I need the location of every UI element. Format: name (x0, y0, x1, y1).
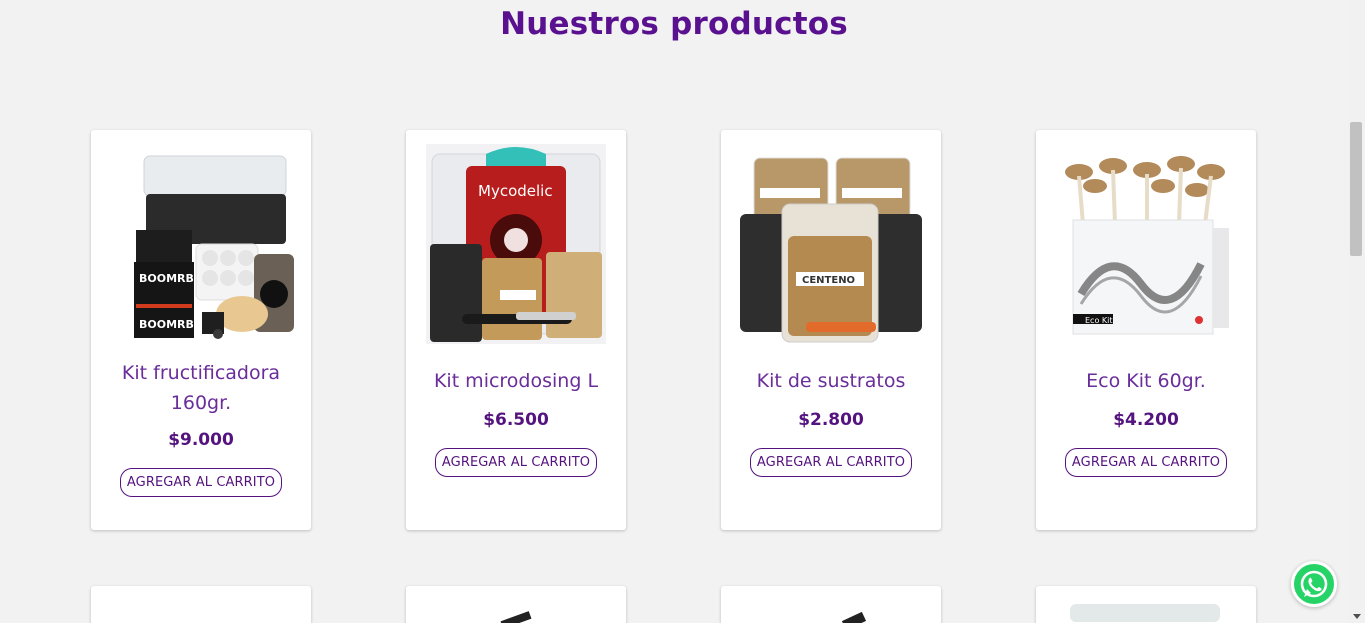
fruiting-kit-image: BOOMRBAG BOOMRBAG (134, 155, 294, 339)
product-image[interactable]: Mycodelic (426, 144, 606, 344)
eco-kit-label: Eco Kit (1085, 316, 1113, 325)
product-card (1036, 586, 1256, 623)
product-card: Eco Kit Eco Kit 60gr. $4.200 AGREGAR AL … (1036, 130, 1256, 530)
add-to-cart-button[interactable]: AGREGAR AL CARRITO (749, 448, 913, 477)
product-image[interactable]: Eco Kit (1051, 144, 1241, 344)
product-price: $9.000 (168, 430, 234, 450)
product-card: Mycodelic Kit microdosing L $6.500 AGREG… (406, 130, 626, 530)
whatsapp-button[interactable] (1291, 561, 1337, 607)
product-card (406, 586, 626, 623)
product-price: $2.800 (798, 410, 864, 430)
page-title: Nuestros productos (500, 6, 848, 42)
product-price: $4.200 (1113, 410, 1179, 430)
add-to-cart-button[interactable]: AGREGAR AL CARRITO (119, 468, 283, 497)
product-name[interactable]: Kit microdosing L (406, 366, 626, 396)
product-image[interactable] (841, 611, 867, 623)
product-card (91, 586, 311, 623)
scroll-down-icon[interactable] (1353, 614, 1361, 619)
scrollbar[interactable] (1348, 0, 1365, 623)
boombag-label: BOOMRBAG (139, 318, 211, 331)
product-image[interactable] (1070, 604, 1220, 622)
product-card: CENTENO Kit de sustratos $2.800 AGREGAR … (721, 130, 941, 530)
product-image[interactable] (500, 611, 532, 623)
substrate-kit-image: CENTENO (740, 157, 922, 343)
whatsapp-icon (1300, 570, 1328, 598)
product-name[interactable]: Kit fructificadora 160gr. (91, 358, 311, 418)
product-name[interactable]: Eco Kit 60gr. (1036, 366, 1256, 396)
add-to-cart-button[interactable]: AGREGAR AL CARRITO (434, 448, 598, 477)
centeno-label: CENTENO (802, 275, 855, 286)
mycodelic-label: Mycodelic (478, 182, 553, 200)
product-image[interactable]: CENTENO (736, 144, 926, 344)
eco-kit-image: Eco Kit (1065, 156, 1229, 335)
microdosing-kit-image: Mycodelic (426, 144, 606, 344)
product-image[interactable]: BOOMRBAG BOOMRBAG (106, 144, 296, 344)
add-to-cart-button[interactable]: AGREGAR AL CARRITO (1064, 448, 1228, 477)
product-name[interactable]: Kit de sustratos (721, 366, 941, 396)
product-price: $6.500 (483, 410, 549, 430)
scrollbar-thumb[interactable] (1350, 122, 1362, 256)
product-card (721, 586, 941, 623)
product-card: BOOMRBAG BOOMRBAG Kit fructificadora 160… (91, 130, 311, 530)
